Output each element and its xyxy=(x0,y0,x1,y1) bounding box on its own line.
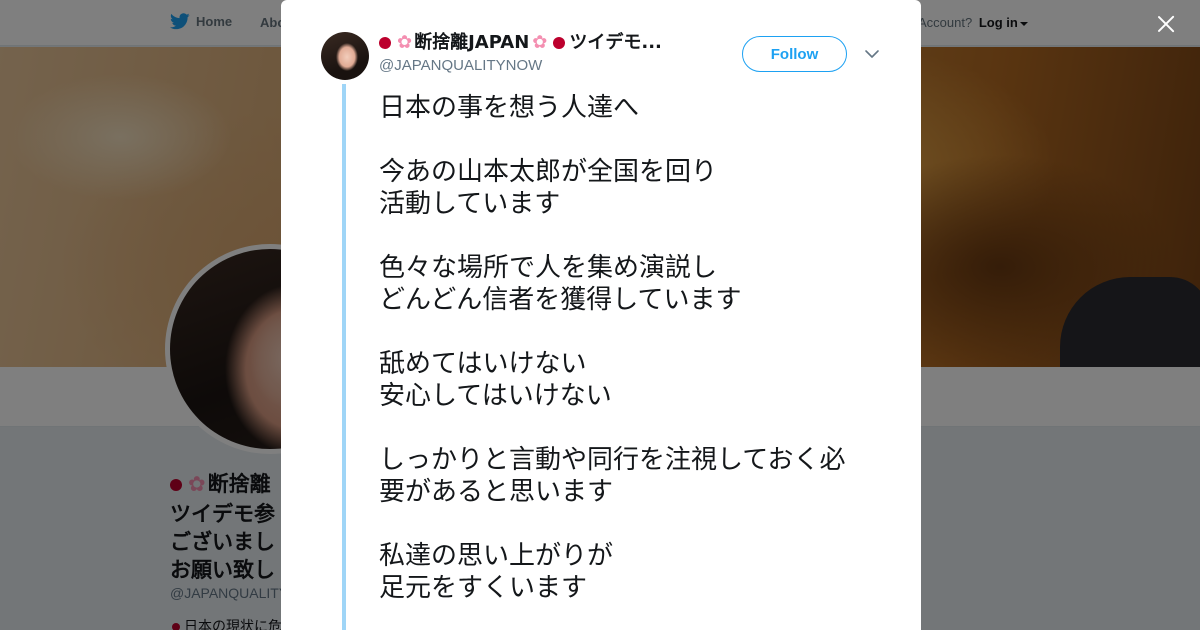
tweet-paragraph-6: 私達の思い上がりが 足元をすくいます xyxy=(379,541,614,603)
tweet-text: 日本の事を想う人達へ 今あの山本太郎が全国を回り 活動しています 色々な場所で人… xyxy=(379,92,889,630)
close-icon[interactable] xyxy=(1154,12,1178,36)
japan-flag-icon xyxy=(379,37,391,49)
author-name-tail: ツイデモ... xyxy=(569,32,662,53)
chevron-down-icon[interactable] xyxy=(864,46,880,62)
author-handle[interactable]: @JAPANQUALITYNOW xyxy=(379,57,542,74)
tweet-paragraph-4: 舐めてはいけない 安心してはいけない xyxy=(379,349,612,411)
tweet-paragraph-2: 今あの山本太郎が全国を回り 活動しています xyxy=(379,157,718,219)
author-name[interactable]: ✿ 断捨離JAPAN ✿ ツイデモ... xyxy=(379,31,689,55)
tweet-paragraph-3: 色々な場所で人を集め演説し どんどん信者を獲得しています xyxy=(379,253,742,315)
tweet-modal: ✿ 断捨離JAPAN ✿ ツイデモ... @JAPANQUALITYNOW Follo… xyxy=(281,0,921,630)
follow-button[interactable]: Follow xyxy=(742,36,847,72)
tweet-paragraph-5: しっかりと言動や同行を注視しておく必 要があると思います xyxy=(379,445,846,507)
follow-label: Follow xyxy=(770,45,819,63)
author-name-text: 断捨離JAPAN xyxy=(414,32,530,53)
japan-flag-icon xyxy=(553,37,566,49)
thread-line xyxy=(342,84,346,630)
author-avatar[interactable] xyxy=(321,32,369,80)
cherry-blossom-icon: ✿ xyxy=(532,32,548,53)
tweet-paragraph-1: 日本の事を想う人達へ xyxy=(379,93,640,123)
cherry-blossom-icon: ✿ xyxy=(397,32,413,53)
